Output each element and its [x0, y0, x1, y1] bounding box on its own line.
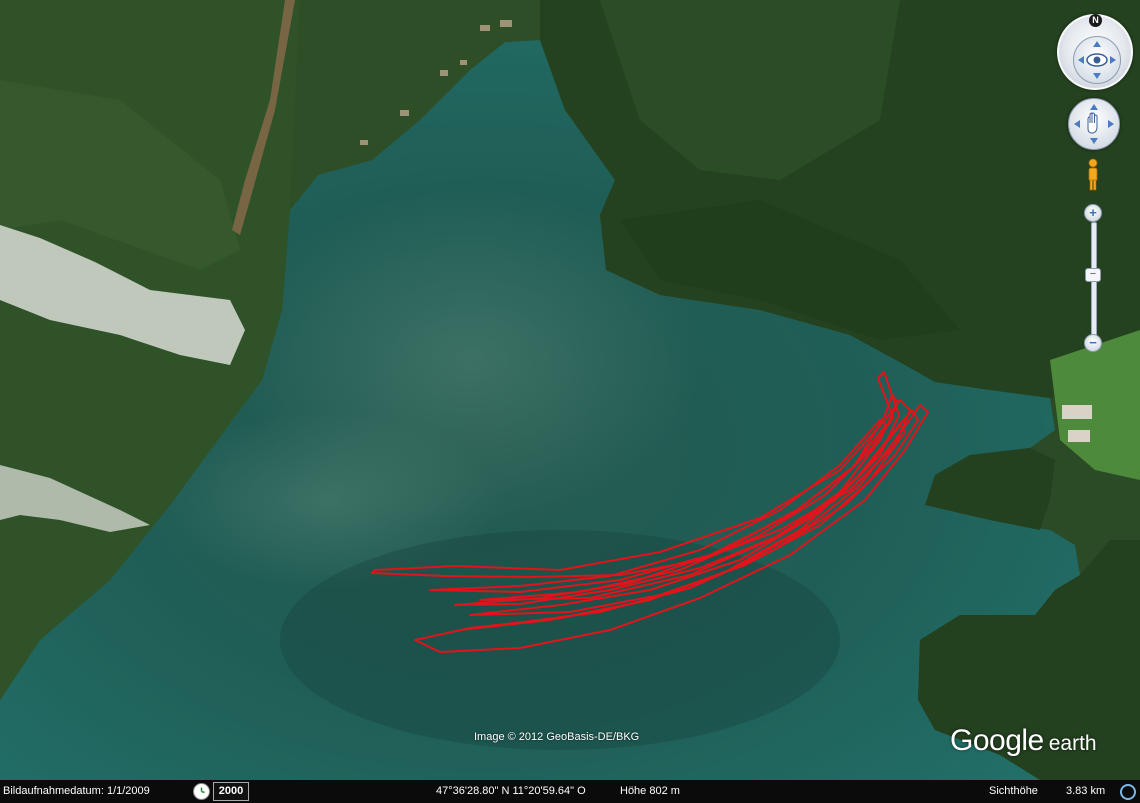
historical-year-button[interactable]: 2000: [213, 782, 249, 801]
logo-google: Google: [950, 724, 1044, 757]
clock-icon[interactable]: [193, 783, 210, 800]
eye-altitude-value: 3.83 km: [1066, 785, 1106, 797]
status-bar: Bildaufnahmedatum: 1/1/2009 2000 47°36'2…: [0, 780, 1140, 803]
imagery-copyright: Image © 2012 GeoBasis-DE/BKG: [474, 731, 640, 743]
satellite-map[interactable]: [0, 0, 1140, 780]
elevation: Höhe 802 m: [620, 785, 680, 797]
zoom-out-button[interactable]: −: [1084, 334, 1102, 352]
eye-icon[interactable]: [1073, 36, 1121, 84]
eye-altitude-label: Sichthöhe: [989, 785, 1038, 797]
imagery-date: Bildaufnahmedatum: 1/1/2009: [3, 785, 150, 797]
google-earth-logo: Google earth: [950, 724, 1097, 758]
coordinates: 47°36'28.80" N 11°20'59.64" O: [436, 785, 586, 797]
zoom-slider-thumb[interactable]: −: [1085, 268, 1101, 282]
move-control[interactable]: [1068, 98, 1120, 150]
navigation-controls: N + − −: [1056, 8, 1136, 353]
pegman-icon[interactable]: [1086, 158, 1100, 192]
look-control-ring[interactable]: N: [1057, 14, 1133, 90]
zoom-control: + − −: [1083, 204, 1103, 352]
logo-earth: earth: [1048, 732, 1097, 755]
zoom-in-button[interactable]: +: [1084, 204, 1102, 222]
hand-icon: [1074, 104, 1114, 144]
north-indicator[interactable]: N: [1089, 14, 1102, 27]
streaming-indicator-icon: [1120, 784, 1136, 800]
